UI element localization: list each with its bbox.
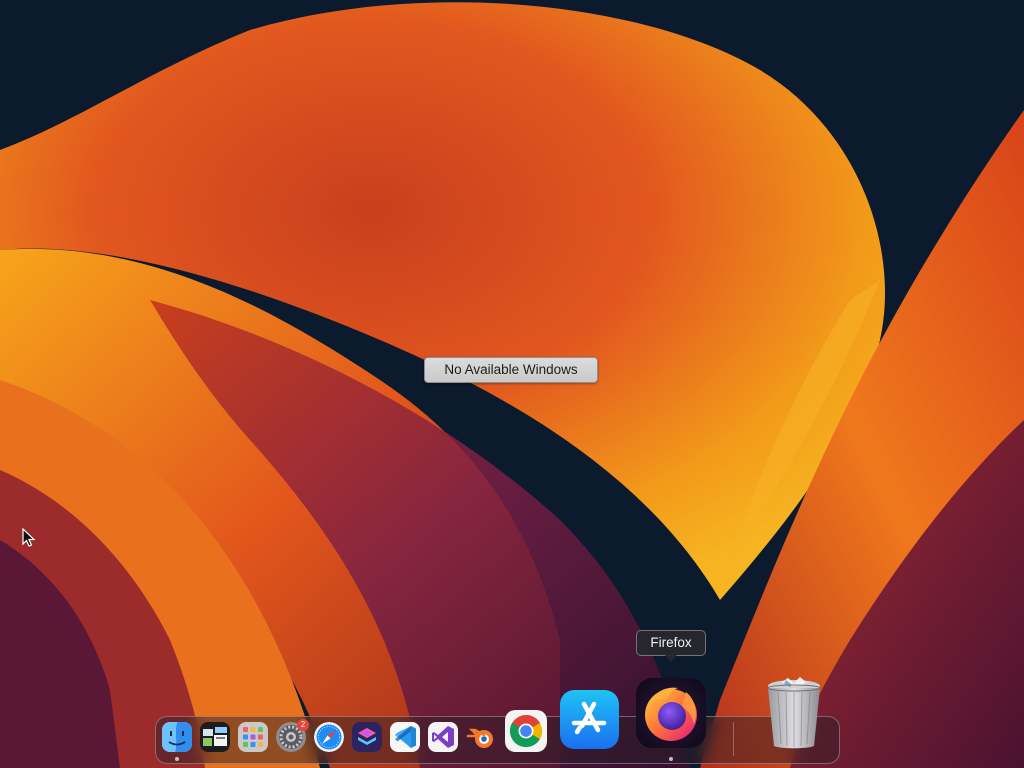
desktop: No Available Windows Firefox 2 <box>0 0 1024 768</box>
firefox-icon[interactable] <box>636 678 706 748</box>
mission-control-icon[interactable] <box>200 722 230 752</box>
blender-icon[interactable] <box>466 722 498 752</box>
finder-icon[interactable] <box>162 722 192 752</box>
mouse-pointer-icon <box>22 528 36 547</box>
dock-tooltip: Firefox <box>636 630 706 662</box>
wallpaper <box>0 0 1024 768</box>
visual-studio-icon[interactable] <box>428 722 458 752</box>
launchpad-icon[interactable] <box>238 722 268 752</box>
chrome-icon[interactable] <box>505 710 547 752</box>
dock-separator <box>733 722 734 756</box>
trash-icon[interactable] <box>764 676 824 750</box>
settings-notification-badge: 2 <box>297 719 309 731</box>
safari-compass-icon[interactable] <box>314 722 344 752</box>
finder-running-indicator <box>175 757 179 761</box>
no-available-windows-label: No Available Windows <box>424 357 598 383</box>
vscode-icon[interactable] <box>390 722 420 752</box>
firefox-running-indicator <box>669 757 673 761</box>
shortcuts-icon[interactable] <box>352 722 382 752</box>
app-store-icon[interactable] <box>560 690 619 749</box>
